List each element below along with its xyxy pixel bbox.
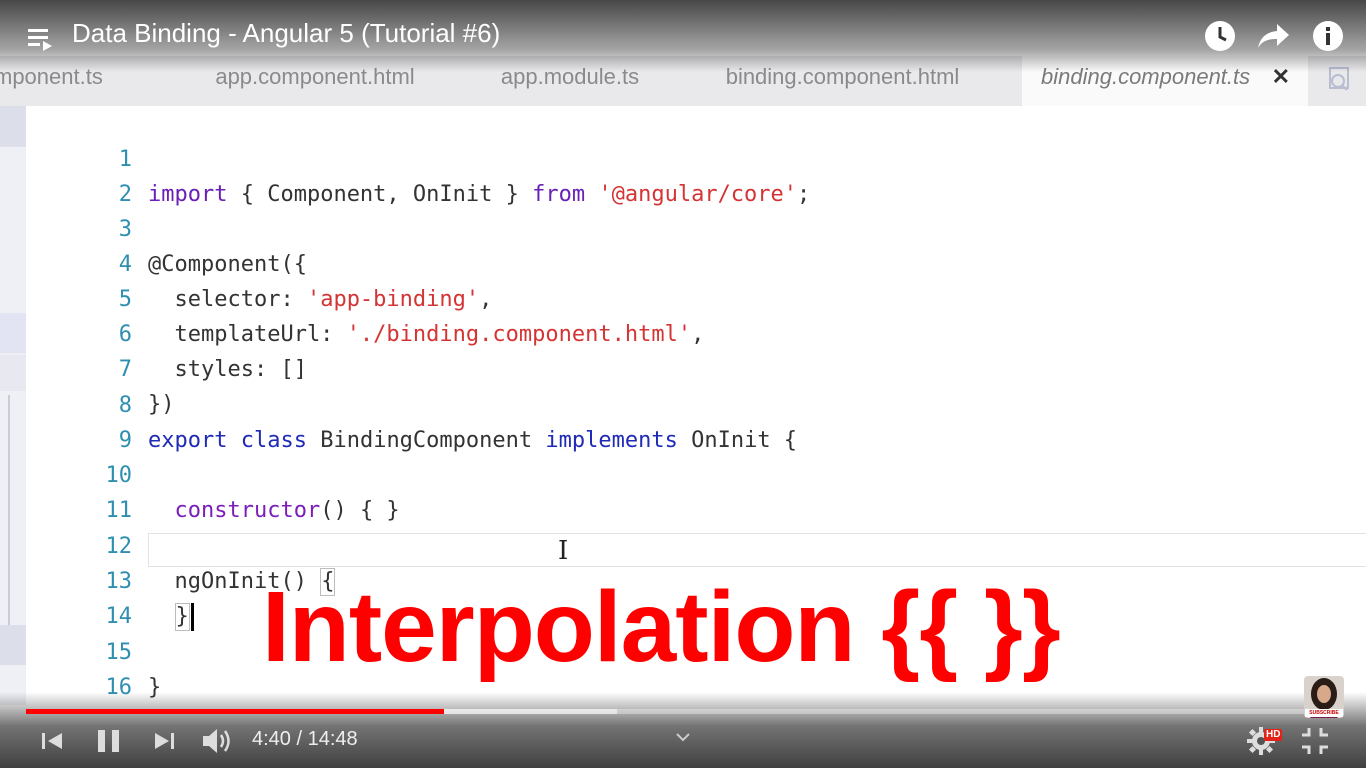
ibeam-cursor-icon: I [558,536,569,566]
duration: 14:48 [307,728,358,750]
code-line: 1 import { Component, OnInit } from '@an… [26,107,1366,207]
code-line: 12 ngOnInit() { [26,494,1366,596]
chevron-down-icon[interactable] [672,726,694,748]
current-time: 4:40 [252,728,291,750]
sidebar-strip [0,105,26,705]
playlist-icon[interactable] [26,26,56,52]
subscribe-watermark[interactable]: SUBSCRIBE [1305,709,1343,717]
code-line: 9 [26,388,1366,453]
code-line: 6 styles: [] [26,282,1366,382]
interpolation-overlay-title: Interpolation {{ }} [262,571,1061,683]
code-line: 10 constructor() { } [26,423,1366,523]
watch-later-icon[interactable] [1204,20,1236,52]
progress-bar[interactable] [26,709,1340,714]
hd-badge: HD [1264,729,1283,741]
code-line: 4 selector: 'app-binding', [26,212,1366,312]
pause-icon[interactable] [92,724,126,758]
share-icon[interactable] [1257,20,1289,52]
code-line: 11 [26,458,1366,523]
code-line: 2 [26,142,1366,207]
previous-icon[interactable] [36,724,70,758]
next-icon[interactable] [148,724,182,758]
exit-fullscreen-icon[interactable] [1298,724,1332,758]
progress-played [26,709,444,714]
code-line: 13 } [26,529,1366,631]
code-line: 3 @Component({ [26,177,1366,277]
code-line: 7 }) [26,317,1366,417]
time-separator: / [290,728,308,750]
code-line: 8 export class BindingComponent implemen… [26,353,1366,453]
volume-icon[interactable] [200,724,234,758]
info-icon[interactable] [1312,20,1344,52]
time-display: 4:40 / 14:48 [252,728,358,751]
video-title[interactable]: Data Binding - Angular 5 (Tutorial #6) [72,18,500,49]
code-line: 5 templateUrl: './binding.component.html… [26,247,1366,347]
